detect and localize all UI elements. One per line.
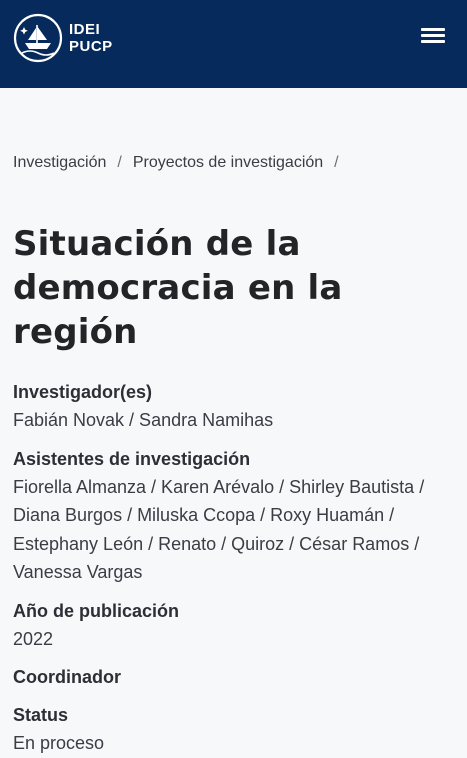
- detail-label: Status: [13, 705, 69, 725]
- top-navbar: IDEI PUCP: [0, 0, 467, 88]
- hamburger-menu-icon[interactable]: [421, 25, 445, 47]
- detail-value: Fabián Novak / Sandra Namihas: [13, 410, 274, 430]
- menu-bar: [421, 28, 445, 31]
- ship-logo-icon: [13, 13, 63, 63]
- breadcrumb-proyectos[interactable]: Proyectos de investigación: [133, 154, 323, 172]
- detail-status: Status En proceso: [13, 701, 454, 758]
- detail-asistentes: Asistentes de investigación Fiorella Alm…: [13, 445, 454, 587]
- detail-coordinador: Coordinador: [13, 663, 454, 691]
- logo-line-idei: IDEI: [69, 21, 101, 38]
- breadcrumb: Investigación / Proyectos de investigaci…: [13, 154, 454, 172]
- logo-text: IDEI PUCP: [69, 21, 113, 55]
- detail-label: Asistentes de investigación: [13, 448, 251, 469]
- breadcrumb-separator: /: [117, 154, 122, 171]
- menu-bar: [421, 34, 445, 37]
- detail-value: 2022: [13, 628, 54, 649]
- detail-label: Año de publicación: [13, 600, 180, 621]
- detail-label: Investigador(es): [13, 382, 153, 402]
- detail-value: En proceso: [13, 733, 105, 753]
- logo-line-pucp: PUCP: [69, 38, 113, 55]
- detail-anio-publicacion: Año de publicación 2022: [13, 597, 454, 654]
- breadcrumb-investigacion[interactable]: Investigación: [13, 154, 106, 172]
- detail-value: Fiorella Almanza / Karen Arévalo / Shirl…: [13, 476, 425, 583]
- project-details: Investigador(es) Fabián Novak / Sandra N…: [13, 378, 454, 758]
- breadcrumb-separator: /: [334, 154, 339, 171]
- menu-bar: [421, 40, 445, 43]
- page-title: Situación de la democracia en la región: [13, 224, 343, 352]
- main-content: Investigación / Proyectos de investigaci…: [0, 154, 467, 758]
- detail-investigadores: Investigador(es) Fabián Novak / Sandra N…: [13, 378, 454, 435]
- detail-label: Coordinador: [13, 667, 121, 687]
- idei-pucp-logo[interactable]: IDEI PUCP: [13, 13, 113, 63]
